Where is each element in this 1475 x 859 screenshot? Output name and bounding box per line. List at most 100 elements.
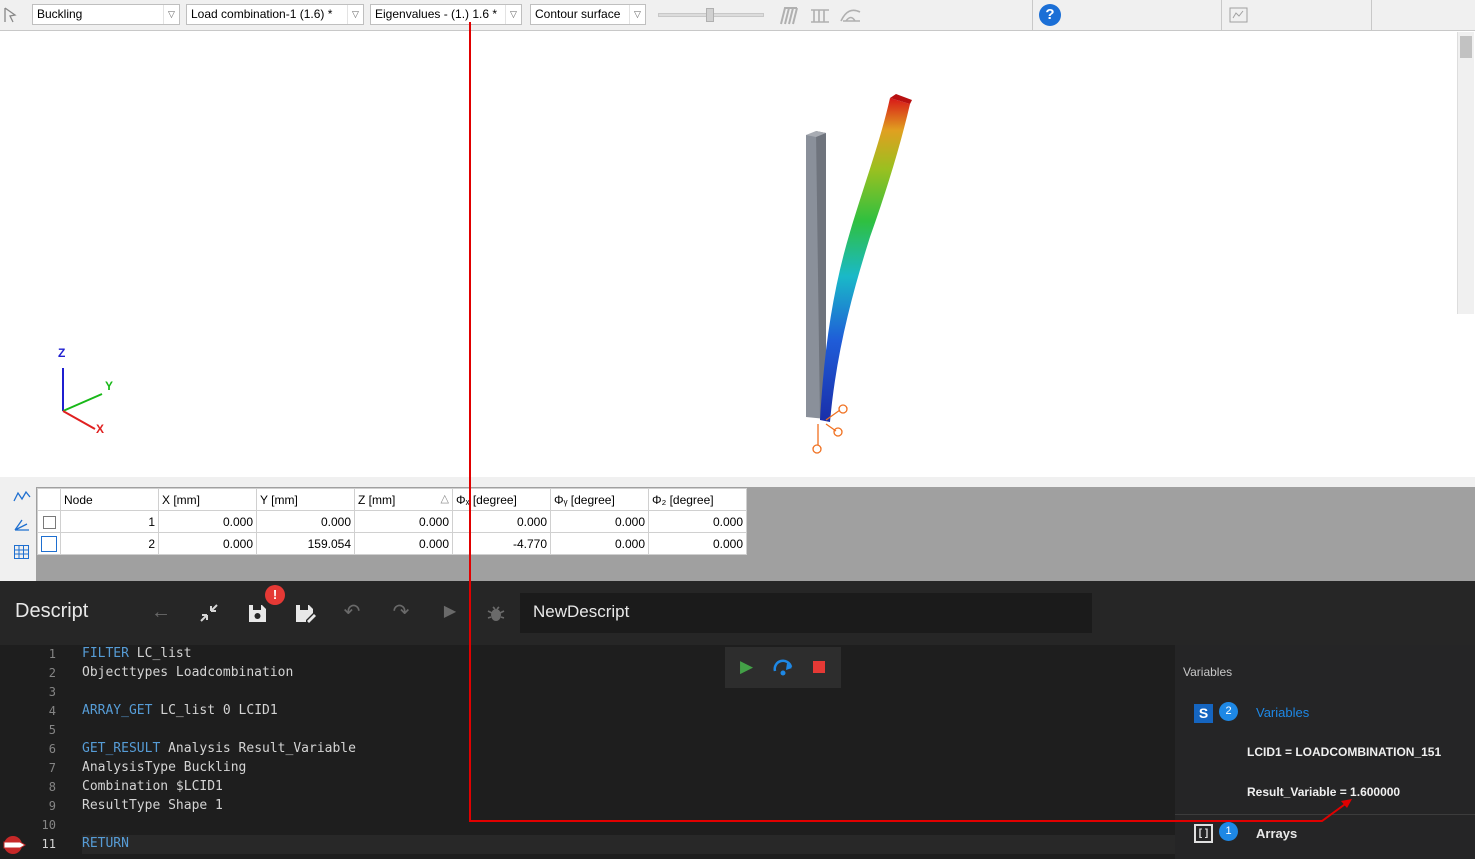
scalar-variables-icon: S: [1194, 704, 1213, 723]
slider-thumb[interactable]: [706, 8, 714, 22]
cell-phiz: 0.000: [648, 510, 747, 533]
analysis-type-dropdown[interactable]: Buckling ▽: [32, 4, 180, 25]
code-text: Analysis Result_Variable: [160, 741, 356, 756]
cell-phiz: 0.000: [648, 532, 747, 555]
column-header[interactable]: Φ₂ [degree]: [648, 488, 747, 511]
help-icon[interactable]: ?: [1039, 4, 1061, 26]
force-diagram-icon[interactable]: [808, 4, 832, 26]
axis-z-label: Z: [58, 346, 66, 360]
line-number: 10: [41, 818, 56, 832]
code-line[interactable]: AnalysisType Buckling: [82, 760, 246, 775]
line-number: 5: [48, 723, 56, 737]
chevron-down-icon: ▽: [347, 5, 363, 24]
code-editor[interactable]: 1 FILTER LC_list 2 Objecttypes Loadcombi…: [0, 645, 1175, 859]
step-over-icon[interactable]: [771, 657, 795, 677]
axis-y-label: Y: [105, 379, 114, 393]
code-line[interactable]: FILTER LC_list: [82, 646, 192, 661]
code-text: Combination $LCID1: [82, 779, 223, 794]
stop-icon[interactable]: [813, 661, 825, 673]
graph-icon[interactable]: [12, 489, 32, 505]
sort-arrow-icon: △: [440, 493, 449, 505]
analysis-type-value: Buckling: [37, 7, 83, 21]
cell-phiy: 0.000: [550, 510, 649, 533]
code-keyword: ARRAY_GET: [82, 703, 153, 718]
line-number: 3: [48, 685, 56, 699]
code-line[interactable]: Objecttypes Loadcombination: [82, 665, 293, 680]
arrays-icon: [ ]: [1194, 824, 1213, 843]
variables-panel-header: Variables: [1183, 665, 1233, 679]
display-mode-value: Contour surface: [535, 7, 621, 21]
line-number: 6: [48, 742, 56, 756]
script-name-field[interactable]: NewDescript: [520, 593, 1092, 633]
code-line[interactable]: RETURN: [82, 836, 129, 851]
column-header[interactable]: Y [mm]: [256, 488, 355, 511]
display-mode-dropdown[interactable]: Contour surface ▽: [530, 4, 646, 25]
column-header-sorted[interactable]: Z [mm] △: [354, 488, 453, 511]
chevron-down-icon: ▽: [629, 5, 645, 24]
cell-phix: -4.770: [452, 532, 551, 555]
unsaved-badge: !: [265, 585, 285, 605]
line-number: 8: [48, 780, 56, 794]
load-combination-dropdown[interactable]: Load combination-1 (1.6) * ▽: [186, 4, 364, 25]
save-as-icon[interactable]: [293, 602, 317, 624]
select-cursor-icon[interactable]: [3, 6, 19, 24]
redo-icon[interactable]: ↷: [389, 600, 413, 624]
collapse-icon[interactable]: [198, 602, 220, 624]
chevron-down-icon: ▽: [505, 5, 521, 24]
save-icon[interactable]: [246, 602, 268, 624]
row-checkbox[interactable]: [37, 510, 61, 533]
undo-icon[interactable]: ↶: [340, 600, 364, 624]
deformed-column: [820, 94, 912, 422]
breakpoint-arrow-icon[interactable]: [2, 834, 28, 856]
3d-viewport[interactable]: Z Y X: [0, 32, 1475, 477]
column-header[interactable]: Φᵧ [degree]: [550, 488, 649, 511]
row-checkbox[interactable]: [37, 532, 61, 555]
undeformed-column: [806, 131, 826, 420]
table-settings-icon[interactable]: [1228, 5, 1250, 25]
deformed-shape-icon[interactable]: [777, 4, 801, 26]
axis-x-label: X: [96, 422, 105, 436]
variables-panel: Variables S 2 Variables LCID1 = LOADCOMB…: [1175, 645, 1475, 859]
code-text: LC_list: [128, 646, 192, 661]
cell-z: 0.000: [354, 532, 453, 555]
code-keyword: GET_RESULT: [82, 741, 161, 756]
code-text: ResultType Shape 1: [82, 798, 223, 813]
code-line[interactable]: Combination $LCID1: [82, 779, 223, 794]
cell-phiy: 0.000: [550, 532, 649, 555]
code-keyword: FILTER: [82, 646, 129, 661]
scalar-variables-group[interactable]: Variables: [1256, 705, 1309, 720]
node-results-table[interactable]: Node X [mm] Y [mm] Z [mm] △ Φₓ [degree] Φ…: [37, 488, 747, 555]
code-line[interactable]: ARRAY_GET LC_list 0 LCID1: [82, 703, 278, 718]
arrays-group[interactable]: Arrays: [1256, 826, 1297, 841]
code-line[interactable]: ResultType Shape 1: [82, 798, 223, 813]
code-line[interactable]: GET_RESULT Analysis Result_Variable: [82, 741, 356, 756]
table-row[interactable]: 2 0.000 159.054 0.000 -4.770 0.000 0.000: [37, 532, 747, 555]
play-icon[interactable]: ▶: [740, 657, 753, 677]
line-number: 7: [48, 761, 56, 775]
node-tree-icon[interactable]: [12, 517, 32, 533]
cell-x: 0.000: [158, 510, 257, 533]
line-number: 9: [48, 799, 56, 813]
run-icon[interactable]: ▶: [438, 600, 462, 624]
cell-x: 0.000: [158, 532, 257, 555]
eigenvalues-dropdown[interactable]: Eigenvalues - (1.) 1.6 * ▽: [370, 4, 522, 25]
scalars-count-badge: 2: [1219, 702, 1238, 721]
scrollbar-thumb[interactable]: [1460, 36, 1472, 58]
table-icon[interactable]: [13, 544, 31, 560]
table-sidebar: [0, 487, 36, 581]
animation-icon[interactable]: [838, 4, 864, 26]
column-header[interactable]: X [mm]: [158, 488, 257, 511]
table-row[interactable]: 1 0.000 0.000 0.000 0.000 0.000 0.000: [37, 510, 747, 533]
eigenvalues-value: Eigenvalues - (1.) 1.6 *: [375, 7, 498, 21]
debug-bug-icon[interactable]: [485, 602, 507, 624]
descript-title: Descript: [15, 600, 89, 622]
code-text: LC_list 0 LCID1: [152, 703, 278, 718]
cell-node: 1: [60, 510, 159, 533]
column-header[interactable]: Node: [60, 488, 159, 511]
column-header[interactable]: Φₓ [degree]: [452, 488, 551, 511]
scale-slider[interactable]: [658, 8, 764, 22]
back-arrow-icon[interactable]: ←: [149, 600, 173, 624]
viewport-scrollbar[interactable]: [1457, 32, 1474, 314]
code-text: Objecttypes Loadcombination: [82, 665, 294, 680]
cell-phix: 0.000: [452, 510, 551, 533]
